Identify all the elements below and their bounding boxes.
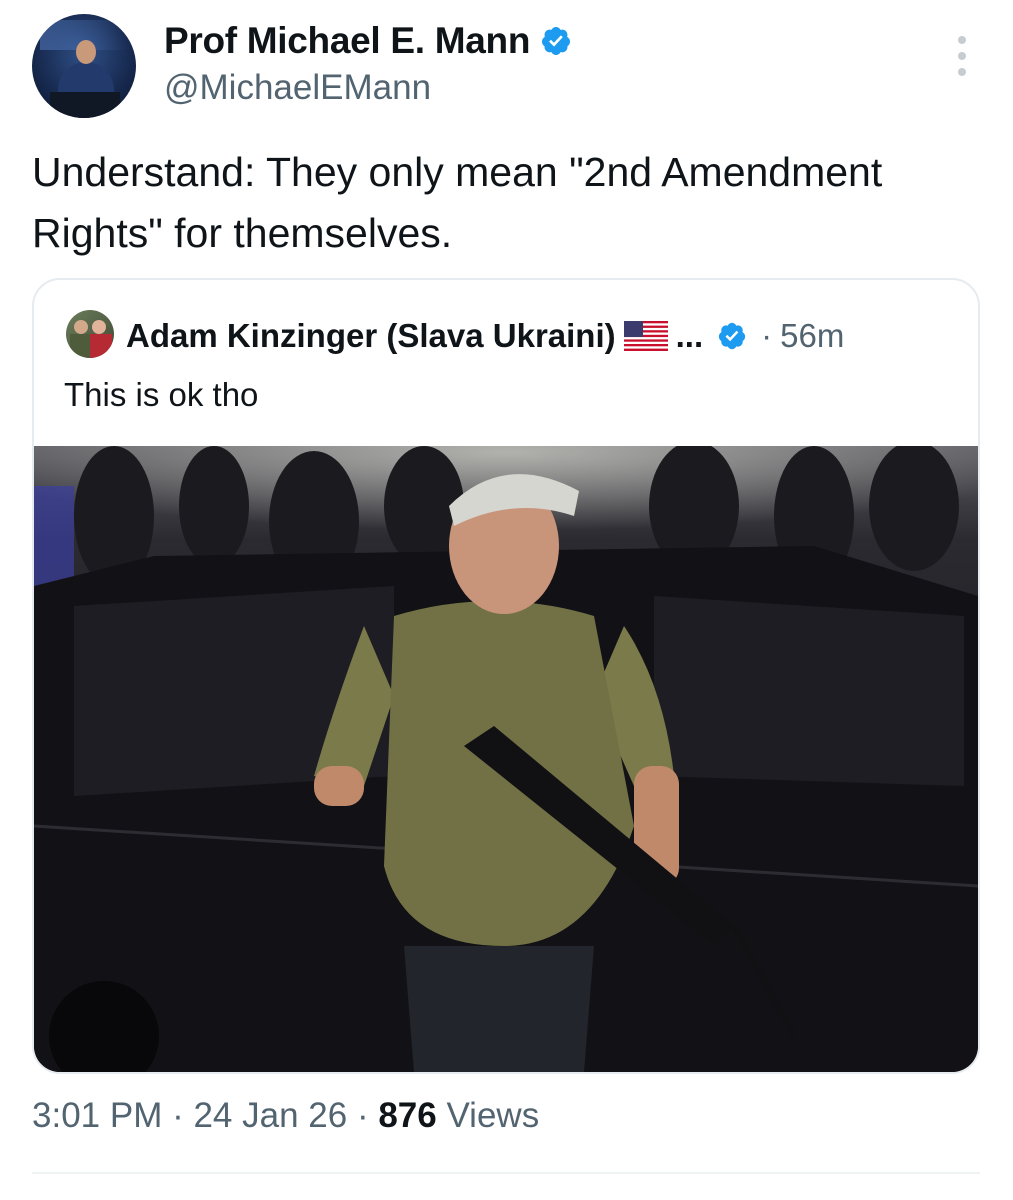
quoted-name-ellipsis: ...: [675, 317, 704, 354]
author-avatar[interactable]: [32, 14, 136, 118]
quoted-tweet-text: This is ok tho: [64, 376, 259, 413]
verified-badge-icon: [719, 322, 746, 350]
tweet-text: Understand: They only mean "2nd Amendmen…: [32, 149, 883, 256]
quoted-separator: ·: [761, 317, 773, 354]
quoted-author-name: Adam Kinzinger (Slava Ukraini): [126, 317, 616, 354]
more-dot: [958, 36, 966, 44]
more-dot: [958, 68, 966, 76]
quoted-tweet-photo[interactable]: [34, 446, 978, 1072]
author-name-row[interactable]: Prof Michael E. Mann: [164, 20, 572, 62]
meta-separator: ·: [162, 1096, 194, 1135]
more-dot: [958, 52, 966, 60]
verified-badge-icon: [542, 27, 571, 55]
author-name[interactable]: Prof Michael E. Mann: [164, 20, 530, 62]
quoted-timestamp[interactable]: 56m: [780, 317, 844, 355]
quoted-tweet-card[interactable]: Adam Kinzinger (Slava Ukraini) ... · 56m…: [32, 278, 980, 1074]
views-label[interactable]: Views: [437, 1096, 539, 1135]
tweet-meta: 3:01 PM · 24 Jan 26 · 876 Views: [32, 1096, 539, 1136]
quoted-author-avatar: [66, 310, 114, 358]
divider: [32, 1172, 980, 1174]
author-handle[interactable]: @MichaelEMann: [164, 68, 431, 108]
tweet-time[interactable]: 3:01 PM: [32, 1096, 162, 1135]
us-flag-icon: [623, 321, 668, 351]
meta-separator: ·: [347, 1096, 379, 1135]
tweet-date[interactable]: 24 Jan 26: [193, 1096, 347, 1135]
more-options-icon[interactable]: [949, 36, 975, 76]
quoted-tweet-header: Adam Kinzinger (Slava Ukraini) ... · 56m: [126, 312, 844, 360]
views-count[interactable]: 876: [378, 1096, 436, 1135]
